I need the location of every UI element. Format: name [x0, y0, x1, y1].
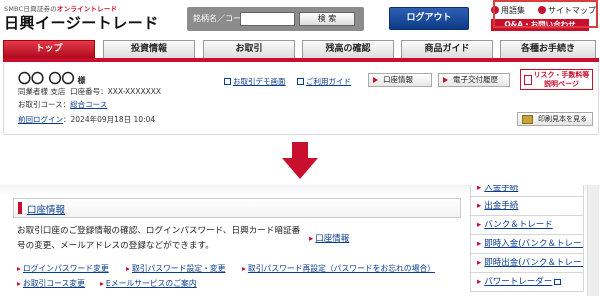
- account-details: 同業者様 支店 口座番号：XXX-XXXXXXX: [18, 87, 162, 96]
- menu-item-withdrawal[interactable]: ▸ 出金手続: [470, 197, 584, 216]
- window-icon: [297, 78, 304, 85]
- tab-balance[interactable]: 残高の確認: [302, 40, 394, 58]
- tab-procedures[interactable]: 各種お手続き: [500, 40, 596, 58]
- account-info-link[interactable]: 口座情報: [309, 232, 349, 244]
- section-accent-bar: [18, 202, 22, 214]
- risk-fee-button[interactable]: リスク・手数料等 説明ページ: [520, 69, 593, 90]
- usage-guide-link[interactable]: ご利用ガイド: [297, 76, 351, 87]
- edelivery-history-button[interactable]: 電子交付履歴: [438, 73, 510, 87]
- arrow-right-icon: [373, 77, 378, 83]
- right-side-menu: ▸ 入金手続 ▸ 出金手続 ▸ バンク＆トレード ▸ 即時入金(バンク＆トレード) ▸ 即…: [470, 185, 584, 296]
- section-header: 口座情報: [13, 198, 461, 218]
- tab-highlight-box: [493, 0, 598, 28]
- course-line: お取引コース：総合コース: [18, 100, 108, 109]
- window-icon: [224, 78, 231, 85]
- document-icon: [524, 75, 532, 85]
- tab-top[interactable]: トップ: [3, 40, 95, 58]
- tab-investment-info[interactable]: 投資情報: [103, 40, 195, 58]
- arrow-right-icon: [443, 77, 448, 83]
- email-service-link[interactable]: Eメールサービスのご案内: [100, 278, 197, 289]
- stock-search: 銘柄名／コード 検 索: [187, 7, 364, 31]
- course-link[interactable]: 総合コース: [70, 100, 107, 109]
- site-logo[interactable]: 日興イージートレード: [4, 12, 159, 33]
- printer-icon: [522, 115, 533, 124]
- external-window-icon: [554, 279, 562, 285]
- last-login-line: 前回ログイン：2024年09月18日 10:04: [18, 115, 156, 124]
- tab-product-guide[interactable]: 商品ガイド: [401, 40, 493, 58]
- search-input[interactable]: [240, 12, 295, 26]
- course-change-link[interactable]: お取引コース変更: [17, 278, 85, 289]
- menu-item-instant-deposit[interactable]: ▸ 即時入金(バンク＆トレード): [470, 235, 584, 254]
- tab-trading[interactable]: お取引: [203, 40, 295, 58]
- menu-item-bank-trade[interactable]: ▸ バンク＆トレード: [470, 216, 584, 235]
- account-info-button[interactable]: 口座情報: [368, 73, 432, 87]
- account-panel: 〇〇 〇〇様 同業者様 支店 口座番号：XXX-XXXXXXX お取引コース：総…: [3, 62, 599, 135]
- last-login-link[interactable]: 前回ログイン: [18, 115, 63, 124]
- menu-item-instant-withdrawal[interactable]: ▸ 即時出金(バンク＆トレード): [470, 254, 584, 273]
- login-password-change-link[interactable]: ログインパスワード変更: [17, 263, 109, 274]
- arrow-down-icon: [282, 142, 318, 179]
- search-button[interactable]: 検 索: [299, 12, 355, 26]
- main-nav: トップ 投資情報 お取引 残高の確認 商品ガイド 各種お手続き: [3, 38, 599, 59]
- menu-item-power-trader[interactable]: ▸ パワートレーダー: [470, 273, 584, 292]
- menu-item-deposit[interactable]: ▸ 入金手続: [470, 185, 584, 197]
- section-description: お取引口座のご登録情報の確認、ログインパスワード、日興カード暗証番号の変更、メー…: [17, 226, 301, 251]
- logout-button[interactable]: ログアウト: [389, 7, 469, 30]
- demo-link[interactable]: お取引デモ画面: [224, 76, 286, 87]
- print-sample-button[interactable]: 印刷見本を見る: [517, 112, 593, 126]
- customer-name: 〇〇 〇〇様: [18, 72, 86, 87]
- section-title[interactable]: 口座情報: [27, 202, 65, 216]
- trade-password-reset-link[interactable]: 取引パスワード再設定（パスワードをお忘れの場合）: [242, 263, 435, 274]
- scrollbar[interactable]: [587, 185, 599, 296]
- trade-password-setting-link[interactable]: 取引パスワード設定・変更: [126, 263, 226, 274]
